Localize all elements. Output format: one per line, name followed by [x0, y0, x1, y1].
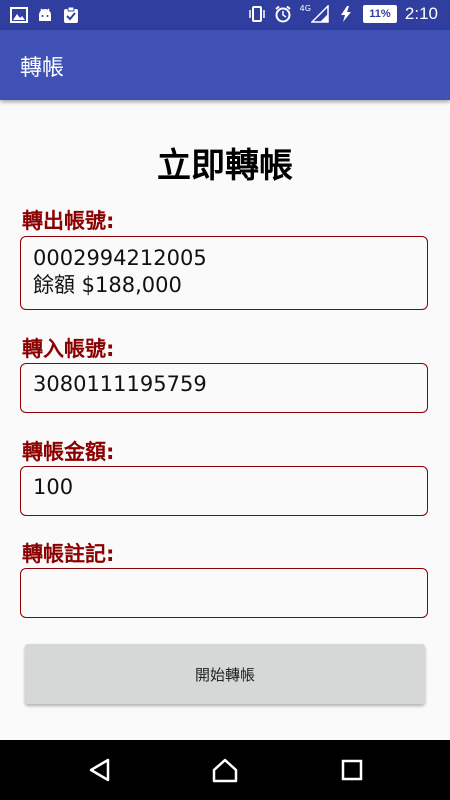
status-bar: 4G 11% 2:10 — [0, 0, 450, 30]
start-transfer-button[interactable]: 開始轉帳 — [25, 644, 425, 704]
app-bar-title: 轉帳 — [20, 56, 65, 81]
notification-icons — [10, 6, 80, 24]
from-account-balance: 餘額 $188,000 — [33, 273, 182, 297]
app-bar: 轉帳 — [0, 30, 450, 100]
to-account-input[interactable] — [33, 372, 415, 396]
to-account-field[interactable] — [20, 363, 428, 413]
network-type-label: 4G — [299, 3, 311, 13]
home-icon[interactable] — [211, 756, 239, 784]
amount-input[interactable] — [33, 475, 415, 499]
clock: 2:10 — [404, 4, 438, 23]
note-field[interactable] — [20, 568, 428, 618]
alarm-icon — [274, 5, 291, 23]
to-account-label: 轉入帳號: — [22, 337, 115, 361]
back-icon[interactable] — [86, 756, 114, 784]
system-icons: 4G 11% 2:10 — [248, 4, 438, 24]
task-check-icon — [64, 6, 78, 23]
amount-field[interactable] — [20, 466, 428, 516]
signal-icon — [310, 5, 329, 23]
page-title: 立即轉帳 — [157, 146, 293, 186]
battery-level: 11% — [362, 5, 397, 23]
from-account-number: 0002994212005 — [33, 246, 207, 270]
note-label: 轉帳註記: — [22, 542, 115, 566]
android-icon — [39, 8, 51, 21]
note-input[interactable] — [33, 577, 415, 601]
from-account-field[interactable]: 0002994212005 餘額 $188,000 — [20, 236, 428, 310]
charging-icon — [340, 6, 351, 22]
navigation-bar — [0, 740, 450, 800]
from-account-label: 轉出帳號: — [22, 209, 115, 233]
image-icon — [10, 7, 28, 23]
recent-apps-icon[interactable] — [338, 756, 366, 784]
amount-label: 轉帳金額: — [22, 440, 115, 464]
vibrate-icon — [248, 6, 265, 22]
